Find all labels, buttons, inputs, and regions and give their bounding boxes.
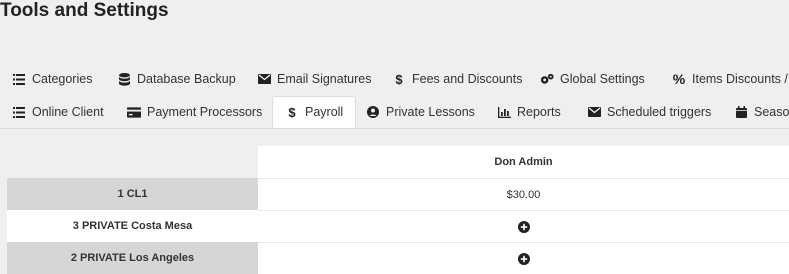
tab-global-settings[interactable]: Global Settings — [540, 63, 645, 95]
envelope-icon — [257, 72, 271, 86]
envelope-icon — [587, 105, 601, 119]
rate-cell — [258, 242, 789, 274]
tab-label: Online Client — [32, 105, 104, 119]
gears-icon — [540, 72, 554, 86]
tab-label: Scheduled triggers — [607, 105, 712, 119]
tab-label: Private Lessons — [386, 105, 475, 119]
tab-reports[interactable]: Reports — [497, 96, 561, 128]
tab-label: Fees and Discounts — [412, 72, 523, 86]
tab-scheduled-triggers[interactable]: Scheduled triggers — [587, 96, 711, 128]
tab-label: Categories — [32, 72, 93, 86]
plus-circle-icon[interactable] — [517, 252, 530, 265]
credit-card-icon — [127, 105, 141, 119]
table-row: 2 PRIVATE Los Angeles — [7, 242, 789, 274]
tab-categories[interactable]: Categories — [12, 63, 92, 95]
rate-cell — [258, 210, 789, 242]
list-icon — [12, 72, 26, 86]
header-corner-cell — [7, 146, 258, 178]
calendar-icon — [734, 105, 748, 119]
percent-icon: % — [672, 71, 686, 87]
tab-label: Items Discounts / I — [692, 72, 789, 86]
tab-payroll[interactable]: $ Payroll — [272, 96, 357, 128]
tab-label: Database Backup — [137, 72, 236, 86]
row-label: 3 PRIVATE Costa Mesa — [7, 210, 258, 242]
tab-row-1: Categories Database Backup Email Signatu… — [0, 63, 789, 95]
dollar-icon: $ — [288, 104, 296, 120]
row-label: 1 CL1 — [7, 178, 258, 210]
tab-online-client[interactable]: Online Client — [12, 96, 104, 128]
plus-circle-icon[interactable] — [517, 220, 530, 233]
payroll-table: Don Admin 1 CL1 $30.00 3 PRIVATE Costa M… — [7, 146, 789, 274]
tab-payment-processors[interactable]: Payment Processors — [127, 96, 262, 128]
tab-items-discounts[interactable]: % Items Discounts / I — [672, 63, 789, 95]
tab-label: Reports — [517, 105, 561, 119]
tab-fees-and-discounts[interactable]: $ Fees and Discounts — [392, 63, 522, 95]
tab-season[interactable]: Season — [734, 96, 789, 128]
database-icon — [117, 72, 131, 86]
rate-value[interactable]: $30.00 — [507, 189, 541, 201]
tab-label: Payroll — [305, 105, 344, 119]
table-row: 1 CL1 $30.00 — [7, 178, 789, 210]
tab-database-backup[interactable]: Database Backup — [117, 63, 236, 95]
dollar-icon: $ — [395, 71, 403, 87]
page-title: Tools and Settings — [0, 0, 169, 21]
table-header-row: Don Admin — [7, 146, 789, 178]
table-row: 3 PRIVATE Costa Mesa — [7, 210, 789, 242]
tab-label: Payment Processors — [147, 105, 263, 119]
row-label: 2 PRIVATE Los Angeles — [7, 242, 258, 274]
tab-email-signatures[interactable]: Email Signatures — [257, 63, 372, 95]
rate-cell[interactable]: $30.00 — [258, 178, 789, 210]
tab-label: Season — [754, 105, 789, 119]
tab-row-2: Online Client Payment Processors $ Payro… — [0, 96, 789, 129]
list-icon — [12, 105, 26, 119]
tab-private-lessons[interactable]: Private Lessons — [366, 96, 475, 128]
column-header: Don Admin — [258, 146, 789, 178]
bar-chart-icon — [497, 105, 511, 119]
tab-label: Email Signatures — [277, 72, 372, 86]
tab-label: Global Settings — [560, 72, 645, 86]
user-circle-icon — [366, 105, 380, 119]
